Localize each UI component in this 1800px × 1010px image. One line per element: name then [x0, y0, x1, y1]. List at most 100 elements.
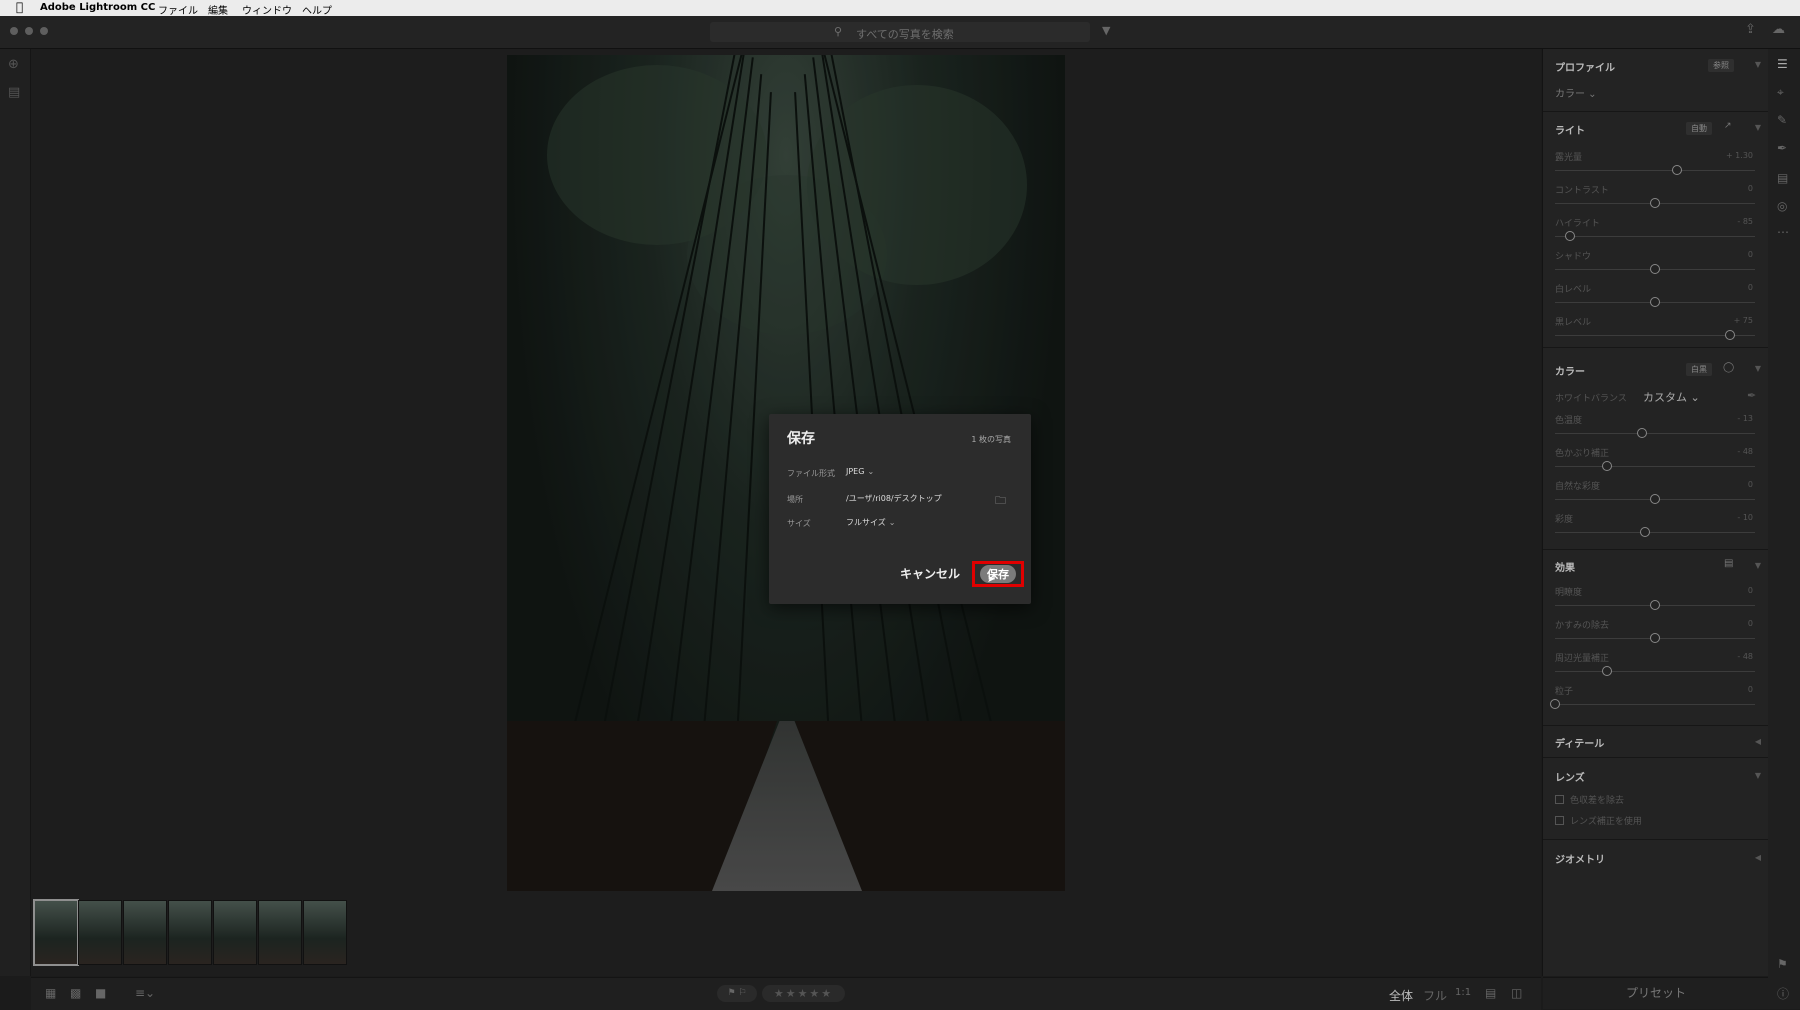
detail-section-title[interactable]: ディテール — [1555, 735, 1604, 750]
slider-knob[interactable] — [1565, 231, 1575, 241]
slider-knob[interactable] — [1550, 699, 1560, 709]
wb-select[interactable]: カスタム ⌄ — [1643, 389, 1700, 405]
eyedropper-icon[interactable]: ✒ — [1747, 389, 1756, 402]
add-photos-icon[interactable]: ⊕ — [8, 57, 19, 72]
chevron-down-icon[interactable]: ▼ — [1755, 561, 1761, 570]
color-mixer-icon[interactable]: ◯ — [1723, 362, 1734, 373]
presets-button[interactable]: プリセット — [1543, 977, 1769, 1009]
chevron-down-icon[interactable]: ▼ — [1755, 771, 1761, 780]
lens-correction-checkbox[interactable] — [1555, 816, 1564, 825]
slider-value[interactable]: 0 — [1748, 586, 1753, 595]
more-icon[interactable]: ⋯ — [1777, 225, 1789, 239]
slider-track[interactable] — [1555, 231, 1755, 241]
star-rating[interactable]: ★★★★★ — [762, 985, 845, 1002]
radial-gradient-icon[interactable]: ◎ — [1777, 199, 1787, 213]
slider-track[interactable] — [1555, 330, 1755, 340]
slider-track[interactable] — [1550, 699, 1755, 709]
slider-track[interactable] — [1555, 264, 1755, 274]
slider-track[interactable] — [1555, 198, 1755, 208]
filmstrip-thumb[interactable] — [258, 900, 302, 965]
filmstrip-thumb[interactable] — [303, 900, 347, 965]
slider-track[interactable] — [1555, 494, 1755, 504]
compare-icon[interactable]: ◫ — [1511, 986, 1522, 1000]
folder-icon[interactable]: 🗀 — [995, 492, 1006, 511]
cloud-sync-icon[interactable]: ☁ — [1772, 22, 1785, 37]
filmstrip-thumb[interactable] — [78, 900, 122, 965]
slider-track[interactable] — [1555, 527, 1755, 537]
minimize-window-button[interactable] — [25, 27, 33, 35]
flag-icons[interactable]: ⚑ ⚐ — [717, 985, 757, 1002]
slider-track[interactable] — [1555, 428, 1755, 438]
slider-track[interactable] — [1555, 600, 1755, 610]
slider-value[interactable]: - 10 — [1737, 513, 1753, 522]
size-select[interactable]: フルサイズ ⌄ — [846, 517, 895, 528]
share-icon[interactable]: ⇪ — [1745, 22, 1756, 37]
filmstrip-thumb[interactable] — [123, 900, 167, 965]
menu-file[interactable]: ファイル — [158, 2, 198, 17]
photo-grid-icon[interactable]: ▩ — [70, 986, 81, 1000]
filter-icon[interactable]: ▼ — [1102, 24, 1110, 37]
slider-value[interactable]: 0 — [1748, 184, 1753, 193]
library-icon[interactable]: ▤ — [8, 85, 20, 100]
filmstrip-thumb[interactable] — [213, 900, 257, 965]
geometry-section-title[interactable]: ジオメトリ — [1555, 851, 1605, 866]
slider-knob[interactable] — [1650, 198, 1660, 208]
brush-icon[interactable]: ✒ — [1777, 141, 1787, 155]
format-select[interactable]: JPEG ⌄ — [846, 467, 874, 476]
save-button[interactable]: 保存 — [980, 565, 1016, 583]
apple-icon[interactable]:  — [16, 0, 23, 14]
zoom-fill[interactable]: フル — [1423, 987, 1447, 1004]
slider-track[interactable] — [1555, 633, 1755, 643]
slider-value[interactable]: + 1.30 — [1726, 151, 1753, 160]
slider-knob[interactable] — [1650, 264, 1660, 274]
slider-knob[interactable] — [1650, 297, 1660, 307]
info-icon[interactable]: ⓘ — [1777, 985, 1789, 1002]
zoom-fit[interactable]: 全体 — [1389, 987, 1413, 1004]
app-name[interactable]: Adobe Lightroom CC — [40, 2, 155, 13]
slider-value[interactable]: 0 — [1748, 480, 1753, 489]
detail-view-icon[interactable]: ■ — [95, 986, 106, 1000]
auto-button[interactable]: 自動 — [1686, 122, 1712, 135]
slider-value[interactable]: - 85 — [1737, 217, 1753, 226]
zoom-1to1[interactable]: 1:1 — [1455, 987, 1471, 998]
slider-knob[interactable] — [1672, 165, 1682, 175]
slider-knob[interactable] — [1602, 666, 1612, 676]
slider-value[interactable]: 0 — [1748, 685, 1753, 694]
chevron-down-icon[interactable]: ▼ — [1755, 364, 1761, 373]
crop-icon[interactable]: ⌖ — [1777, 85, 1784, 100]
slider-value[interactable]: - 48 — [1737, 447, 1753, 456]
lens-section-title[interactable]: レンズ — [1555, 769, 1585, 784]
chevron-left-icon[interactable]: ◀ — [1755, 737, 1761, 746]
vignette-icon[interactable]: ▤ — [1724, 558, 1733, 569]
slider-knob[interactable] — [1640, 527, 1650, 537]
menu-edit[interactable]: 編集 — [208, 2, 228, 17]
slider-track[interactable] — [1555, 461, 1755, 471]
healing-brush-icon[interactable]: ✎ — [1777, 113, 1787, 127]
slider-value[interactable]: + 75 — [1734, 316, 1753, 325]
slider-track[interactable] — [1555, 165, 1755, 175]
slider-value[interactable]: - 48 — [1737, 652, 1753, 661]
profile-browse-button[interactable]: 参照 — [1708, 59, 1734, 72]
slider-value[interactable]: - 13 — [1737, 414, 1753, 423]
square-grid-icon[interactable]: ▦ — [45, 986, 56, 1000]
filmstrip-thumb[interactable] — [168, 900, 212, 965]
remove-ca-checkbox[interactable] — [1555, 795, 1564, 804]
filmstrip-toggle-icon[interactable]: ▤ — [1485, 986, 1496, 1000]
slider-value[interactable]: 0 — [1748, 619, 1753, 628]
menu-window[interactable]: ウィンドウ — [242, 2, 292, 17]
tag-icon[interactable]: ⚑ — [1777, 957, 1788, 971]
slider-knob[interactable] — [1725, 330, 1735, 340]
bw-button[interactable]: 白黒 — [1686, 363, 1712, 376]
chevron-left-icon[interactable]: ◀ — [1755, 853, 1761, 862]
search-input[interactable]: ⚲ すべての写真を検索 — [710, 22, 1090, 42]
slider-value[interactable]: 0 — [1748, 283, 1753, 292]
slider-knob[interactable] — [1650, 633, 1660, 643]
slider-knob[interactable] — [1650, 494, 1660, 504]
close-window-button[interactable] — [10, 27, 18, 35]
slider-knob[interactable] — [1650, 600, 1660, 610]
menu-help[interactable]: ヘルプ — [302, 2, 332, 17]
slider-track[interactable] — [1555, 297, 1755, 307]
linear-gradient-icon[interactable]: ▤ — [1777, 171, 1788, 185]
cancel-button[interactable]: キャンセル — [900, 565, 960, 582]
sort-icon[interactable]: ≡⌄ — [135, 986, 155, 1000]
